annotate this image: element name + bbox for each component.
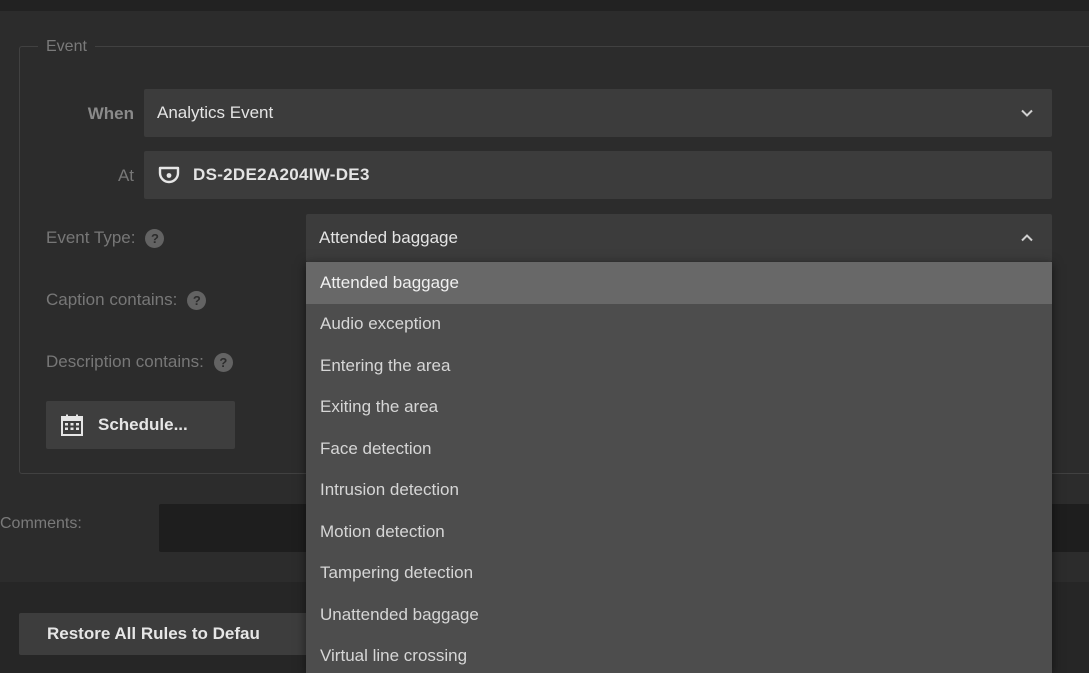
at-label: At: [117, 166, 134, 185]
dropdown-option[interactable]: Face detection: [306, 428, 1052, 470]
dropdown-option[interactable]: Tampering detection: [306, 553, 1052, 595]
dropdown-option[interactable]: Entering the area: [306, 345, 1052, 387]
comments-label: Comments:: [0, 515, 82, 532]
chevron-up-icon: [1020, 233, 1034, 243]
dropdown-option[interactable]: Exiting the area: [306, 387, 1052, 429]
event-type-select[interactable]: Attended baggage: [306, 214, 1052, 262]
camera-icon: [157, 165, 181, 185]
help-icon[interactable]: ?: [213, 353, 233, 373]
event-group-legend: Event: [38, 38, 95, 56]
dropdown-option[interactable]: Intrusion detection: [306, 470, 1052, 512]
event-type-label: Event Type:?: [46, 228, 165, 249]
at-field[interactable]: DS-2DE2A204IW-DE3: [144, 151, 1052, 199]
dropdown-option[interactable]: Virtual line crossing: [306, 636, 1052, 673]
top-strip: [0, 0, 1089, 11]
description-label: Description contains:?: [46, 352, 233, 373]
schedule-button[interactable]: Schedule...: [46, 401, 235, 449]
restore-defaults-label: Restore All Rules to Defau: [47, 624, 260, 643]
when-select-value: Analytics Event: [157, 103, 274, 122]
dropdown-option[interactable]: Motion detection: [306, 511, 1052, 553]
when-select[interactable]: Analytics Event: [144, 89, 1052, 137]
help-icon[interactable]: ?: [145, 229, 165, 249]
event-type-dropdown: Attended baggage Audio exception Entering …: [306, 262, 1052, 673]
calendar-icon: [60, 413, 84, 437]
help-icon[interactable]: ?: [187, 291, 207, 311]
schedule-button-label: Schedule...: [98, 415, 188, 434]
event-type-select-value: Attended baggage: [319, 228, 458, 247]
dropdown-option[interactable]: Attended baggage: [306, 262, 1052, 304]
when-label: When: [87, 104, 134, 123]
dropdown-option[interactable]: Audio exception: [306, 304, 1052, 346]
restore-defaults-button[interactable]: Restore All Rules to Defau: [19, 613, 319, 655]
at-device-name: DS-2DE2A204IW-DE3: [193, 165, 370, 184]
caption-label: Caption contains:?: [46, 290, 207, 311]
dropdown-option[interactable]: Unattended baggage: [306, 594, 1052, 636]
chevron-down-icon: [1020, 108, 1034, 118]
